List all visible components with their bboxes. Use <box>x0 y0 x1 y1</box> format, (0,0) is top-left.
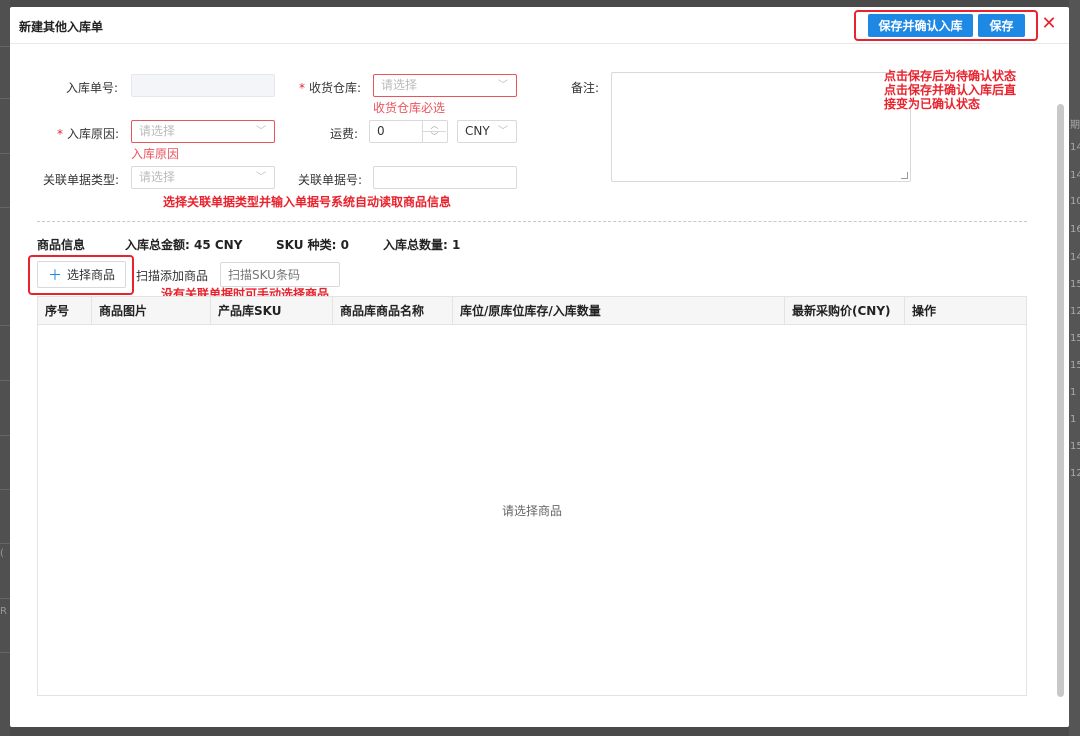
sku-count: SKU 种类: 0 <box>276 238 349 252</box>
order-no-input <box>131 74 275 97</box>
background-divider <box>0 435 10 436</box>
chevron-down-icon: ﹀ <box>498 80 508 91</box>
column-header: 最新采购价(CNY) <box>785 297 905 325</box>
background-divider <box>0 380 10 381</box>
remark-label: 备注: <box>571 81 600 95</box>
link-no-label: 关联单据号: <box>298 173 363 187</box>
warehouse-placeholder: 请选择 <box>381 78 418 92</box>
link-type-select[interactable]: 请选择 ﹀ <box>131 166 275 189</box>
background-cell: 15 <box>1070 333 1080 344</box>
save-annotation-line: 点击保存后为待确认状态 <box>884 69 1017 83</box>
modal-header: 新建其他入库单 保存并确认入库 保存 ✕ <box>10 7 1069 44</box>
background-cell: 12 <box>1070 306 1080 317</box>
create-inbound-modal: 新建其他入库单 保存并确认入库 保存 ✕ 入库单号: * 收货仓库: 请选择 ﹀ … <box>10 7 1069 727</box>
reason-error: 入库原因 <box>131 147 180 161</box>
background-cell: 期 <box>1070 120 1080 131</box>
goods-section-label: 商品信息 <box>37 238 86 252</box>
link-type-placeholder: 请选择 <box>139 170 176 184</box>
freight-value: 0 <box>377 124 385 138</box>
resize-handle-icon[interactable] <box>901 172 908 179</box>
freight-label: 运费: <box>330 127 359 141</box>
select-goods-label: 选择商品 <box>66 268 115 282</box>
background-divider <box>0 46 10 47</box>
scrollbar[interactable] <box>1057 104 1064 697</box>
warehouse-label: * 收货仓库: <box>299 81 362 95</box>
background-divider <box>0 489 10 490</box>
warehouse-error: 收货仓库必选 <box>373 101 446 115</box>
save-annotation-line: 点击保存并确认入库后直 <box>884 83 1017 97</box>
save-button[interactable]: 保存 <box>978 14 1025 37</box>
reason-select[interactable]: 请选择 ﹀ <box>131 120 275 143</box>
total-qty: 入库总数量: 1 <box>383 238 461 252</box>
column-header: 操作 <box>912 304 937 318</box>
warehouse-select[interactable]: 请选择 ﹀ <box>373 74 517 97</box>
background-left-strip <box>0 0 10 736</box>
column-header: 序号 <box>38 297 92 325</box>
plus-icon: ＋ <box>47 267 62 284</box>
background-cell: 1 <box>1070 414 1077 425</box>
background-left-glyph: ( <box>0 548 4 559</box>
reason-placeholder: 请选择 <box>139 124 176 138</box>
column-header: 库位/原库位库存/入库数量 <box>453 297 785 325</box>
order-no-label: 入库单号: <box>66 81 119 95</box>
close-icon[interactable]: ✕ <box>1040 13 1058 35</box>
link-type-label: 关联单据类型: <box>43 173 120 187</box>
background-cell: 14 <box>1070 252 1080 263</box>
background-cell: 1 <box>1070 387 1077 398</box>
background-cell: 14 <box>1070 170 1080 181</box>
reason-label: * 入库原因: <box>57 127 120 141</box>
scan-label: 扫描添加商品 <box>136 269 209 283</box>
background-divider <box>0 98 10 99</box>
chevron-down-icon: ﹀ <box>498 126 508 137</box>
column-header: 商品图片 <box>92 297 211 325</box>
section-divider <box>37 221 1027 222</box>
link-no-input[interactable] <box>373 166 517 189</box>
background-left-glyph: R <box>0 606 7 617</box>
save-and-confirm-button[interactable]: 保存并确认入库 <box>868 14 973 37</box>
background-cell: 14 <box>1070 142 1080 153</box>
background-cell: 15 <box>1070 360 1080 371</box>
background-cell: 15 <box>1070 441 1080 452</box>
save-annotation-line: 接变为已确认状态 <box>884 97 981 111</box>
table-header: 序号 商品图片 产品库SKU 商品库商品名称 库位/原库位库存/入库数量 最新采… <box>38 297 1026 325</box>
empty-text: 请选择商品 <box>501 504 562 518</box>
column-header: 产品库SKU <box>211 297 333 325</box>
background-cell: 15 <box>1070 279 1080 290</box>
column-header: 商品库商品名称 <box>333 297 453 325</box>
select-goods-button[interactable]: ＋ 选择商品 <box>37 261 126 288</box>
freight-input[interactable]: 0 ︿ ﹀ <box>369 120 448 143</box>
background-cell: 10 <box>1070 196 1080 207</box>
save-annotation: 点击保存后为待确认状态 点击保存并确认入库后直 接变为已确认状态 <box>884 69 1016 111</box>
modal-title: 新建其他入库单 <box>19 20 104 34</box>
link-annotation: 选择关联单据类型并输入单据号系统自动读取商品信息 <box>163 195 452 209</box>
background-divider <box>0 543 10 544</box>
remark-textarea[interactable] <box>611 72 911 182</box>
background-divider <box>0 652 10 653</box>
scan-sku-input[interactable] <box>220 262 340 287</box>
total-amount: 入库总金额: 45 CNY <box>125 238 243 252</box>
background-divider <box>0 207 10 208</box>
currency-value: CNY <box>465 124 490 138</box>
currency-select[interactable]: CNY ﹀ <box>457 120 517 143</box>
background-divider <box>0 325 10 326</box>
freight-stepper[interactable]: ︿ ﹀ <box>422 121 446 142</box>
chevron-down-icon: ﹀ <box>256 172 266 183</box>
background-cell: 12 <box>1070 468 1080 479</box>
chevron-up-icon[interactable]: ︿ <box>423 121 446 131</box>
background-cell: 16 <box>1070 224 1080 235</box>
background-divider <box>0 153 10 154</box>
goods-table: 序号 商品图片 产品库SKU 商品库商品名称 库位/原库位库存/入库数量 最新采… <box>37 296 1027 696</box>
chevron-down-icon[interactable]: ﹀ <box>423 131 446 141</box>
background-divider <box>0 598 10 599</box>
chevron-down-icon: ﹀ <box>256 126 266 137</box>
